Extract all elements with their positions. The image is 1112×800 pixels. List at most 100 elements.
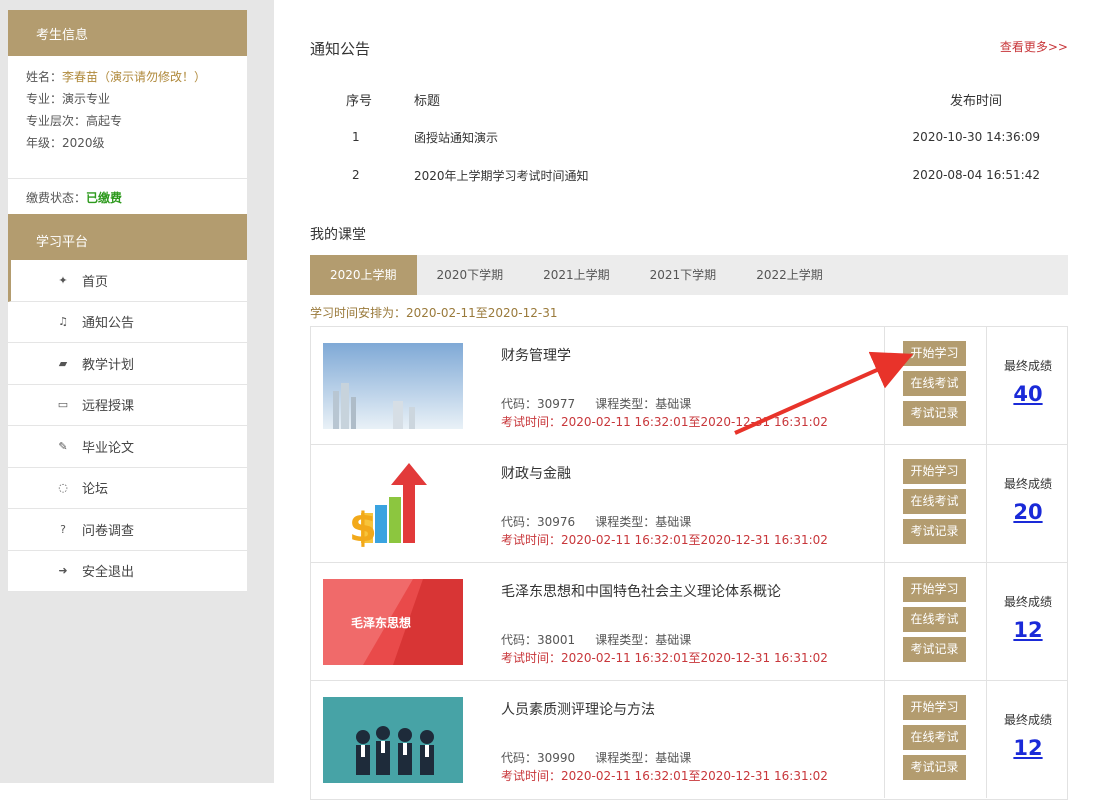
course-actions: 开始学习 在线考试 考试记录 [884,445,987,562]
sidebar-item-label: 问卷调查 [82,523,135,539]
student-info: 姓名：李春苗（演示请勿修改！） 专业：演示专业 专业层次：高起专 年级：2020… [8,56,247,178]
final-score-label: 最终成绩 [1003,713,1052,727]
row-no: 1 [352,130,360,144]
pay-label: 缴费状态： [26,191,87,205]
course-code: 代码：30990 [501,751,576,765]
course-row: 毛泽东思想 毛泽东思想和中国特色社会主义理论体系概论 代码：38001 课程类型：… [311,563,1067,681]
final-score-value[interactable]: 20 [987,500,1069,524]
course-meta: 代码：38001 课程类型：基础课 [501,631,691,648]
course-type: 课程类型：基础课 [595,751,692,765]
name-value: 李春苗（演示请勿修改！） [62,70,207,84]
row-title-link[interactable]: 2020年上学期学习考试时间通知 [408,167,908,184]
student-grade: 年级：2020级 [26,136,105,150]
student-name: 姓名：李春苗（演示请勿修改！） [26,66,247,88]
course-thumbnail-wrap[interactable]: 毛泽东思想 [323,579,463,665]
exam-time: 考试时间：2020-02-11 16:32:01至2020-12-31 16:3… [501,651,828,665]
course-actions: 开始学习 在线考试 考试记录 [884,681,987,798]
question-icon: ? [60,522,66,536]
final-score-label: 最终成绩 [1003,359,1052,373]
final-score: 最终成绩 12 [987,563,1069,680]
course-code: 代码：30976 [501,515,576,529]
course-meta: 代码：30977 课程类型：基础课 [501,395,691,412]
notice-table: 序号 标题 发布时间 1 函授站通知演示 2020-10-30 14:36:09… [310,80,1068,194]
sidebar-item-5[interactable]: ◌ 论坛 [8,468,247,509]
tab-2021-fall[interactable]: 2021下学期 [630,255,737,295]
exam-record-button[interactable]: 考试记录 [903,401,966,426]
study-period: 学习时间安排为：2020-02-11至2020-12-31 [310,306,558,320]
sidebar-item-7[interactable]: ➜ 安全退出 [8,551,247,592]
exam-record-button[interactable]: 考试记录 [903,519,966,544]
course-actions: 开始学习 在线考试 考试记录 [884,563,987,680]
table-row[interactable]: 2 2020年上学期学习考试时间通知 2020-08-04 16:51:42 [310,156,1068,194]
sidebar-item-1[interactable]: ♫ 通知公告 [8,302,247,343]
exam-record-button[interactable]: 考试记录 [903,637,966,662]
notice-title: 通知公告 [310,40,371,58]
start-study-button[interactable]: 开始学习 [903,577,966,602]
col-header-no: 序号 [346,93,373,109]
sidebar-item-2[interactable]: ▰ 教学计划 [8,343,247,385]
final-score-value[interactable]: 12 [987,618,1069,642]
online-exam-button[interactable]: 在线考试 [903,725,966,750]
classroom-title: 我的课堂 [310,227,366,243]
course-thumbnail-wrap[interactable] [323,697,463,783]
monitor-icon: ▭ [57,398,69,412]
sidebar-item-3[interactable]: ▭ 远程授课 [8,385,247,426]
course-thumbnail-wrap[interactable] [323,343,463,429]
course-row: $ 财政与金融 代码：30976 课程类型：基础课 考试时间：2020-02-11… [311,445,1067,563]
row-no: 2 [352,168,360,182]
start-study-button[interactable]: 开始学习 [903,695,966,720]
view-more-link[interactable]: 查看更多>> [1000,38,1068,55]
name-label: 姓名： [26,70,63,84]
course-meta: 代码：30990 课程类型：基础课 [501,749,691,766]
course-name[interactable]: 财政与金融 [501,463,571,483]
edit-icon: ✎ [58,439,68,453]
student-info-header: 考生信息 [8,10,247,56]
course-name[interactable]: 毛泽东思想和中国特色社会主义理论体系概论 [501,581,781,601]
course-type: 课程类型：基础课 [595,515,692,529]
sidebar-item-label: 通知公告 [82,316,135,332]
col-header-title: 标题 [414,93,441,109]
course-name[interactable]: 财务管理学 [501,345,571,365]
final-score-value[interactable]: 40 [987,382,1069,406]
final-score-value[interactable]: 12 [987,736,1069,760]
tab-2020-fall[interactable]: 2020下学期 [417,255,524,295]
payment-status: 缴费状态：已缴费 [8,178,247,214]
course-thumbnail: 毛泽东思想 [323,579,463,665]
course-type: 课程类型：基础课 [595,633,692,647]
course-row: 财务管理学 代码：30977 课程类型：基础课 考试时间：2020-02-11 1… [311,327,1067,445]
course-code: 代码：30977 [501,397,576,411]
course-name[interactable]: 人员素质测评理论与方法 [501,699,655,719]
start-study-button[interactable]: 开始学习 [903,341,966,366]
final-score: 最终成绩 40 [987,327,1069,444]
exam-time: 考试时间：2020-02-11 16:32:01至2020-12-31 16:3… [501,533,828,547]
bell-icon: ♫ [58,315,68,329]
course-code: 代码：38001 [501,633,576,647]
online-exam-button[interactable]: 在线考试 [903,371,966,396]
tab-2020-spring[interactable]: 2020上学期 [310,255,417,295]
svg-text:毛泽东思想: 毛泽东思想 [351,615,411,630]
sidebar-item-0[interactable]: ✦ 首页 [8,260,247,302]
sidebar-item-6[interactable]: ? 问卷调查 [8,509,247,551]
final-score-label: 最终成绩 [1003,595,1052,609]
sidebar-nav: ✦ 首页 ♫ 通知公告 ▰ 教学计划 ▭ 远程授课 ✎ 毕业论文 ◌ 论坛? 问卷调查 ➜ 安全退出 [8,260,247,592]
online-exam-button[interactable]: 在线考试 [903,607,966,632]
book-icon: ▰ [58,356,68,370]
course-thumbnail [323,343,463,429]
exam-record-button[interactable]: 考试记录 [903,755,966,780]
exam-time: 考试时间：2020-02-11 16:32:01至2020-12-31 16:3… [501,769,828,783]
tab-2022-spring[interactable]: 2022上学期 [736,255,843,295]
sidebar-item-label: 首页 [82,274,109,290]
table-row[interactable]: 1 函授站通知演示 2020-10-30 14:36:09 [310,118,1068,156]
course-thumbnail-wrap[interactable]: $ [323,461,463,551]
course-list: 财务管理学 代码：30977 课程类型：基础课 考试时间：2020-02-11 1… [310,326,1068,800]
exam-time: 考试时间：2020-02-11 16:32:01至2020-12-31 16:3… [501,415,828,429]
start-study-button[interactable]: 开始学习 [903,459,966,484]
tab-2021-spring[interactable]: 2021上学期 [523,255,630,295]
course-actions: 开始学习 在线考试 考试记录 [884,327,987,444]
course-thumbnail: $ [323,461,463,551]
pay-value: 已缴费 [86,191,123,205]
sidebar-item-4[interactable]: ✎ 毕业论文 [8,426,247,468]
row-title-link[interactable]: 函授站通知演示 [408,129,908,146]
online-exam-button[interactable]: 在线考试 [903,489,966,514]
chat-icon: ◌ [58,481,68,495]
